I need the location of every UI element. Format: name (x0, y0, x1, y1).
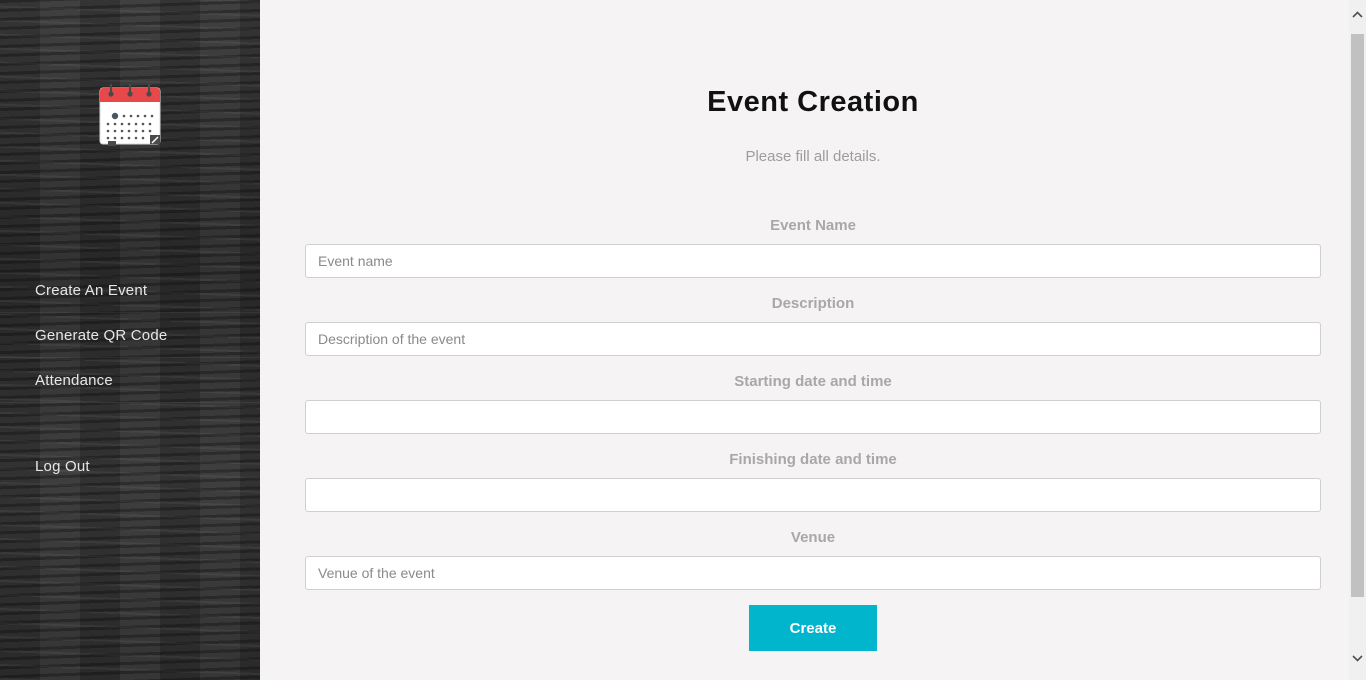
finish-datetime-input[interactable] (305, 478, 1321, 512)
calendar-icon (98, 82, 164, 148)
sidebar-nav: Create An Event Generate QR Code Attenda… (0, 268, 260, 475)
start-datetime-input[interactable] (305, 400, 1321, 434)
scrollbar-thumb[interactable] (1351, 34, 1364, 597)
app-window: Create An Event Generate QR Code Attenda… (0, 0, 1366, 680)
event-name-label: Event Name (770, 217, 856, 234)
venue-label: Venue (790, 529, 836, 546)
vertical-scrollbar[interactable] (1349, 0, 1366, 680)
event-name-input[interactable] (305, 244, 1321, 278)
sidebar-item-logout[interactable]: Log Out (0, 444, 260, 489)
scroll-up-arrow-icon[interactable] (1349, 6, 1366, 23)
venue-input[interactable] (305, 556, 1321, 590)
sidebar: Create An Event Generate QR Code Attenda… (0, 0, 260, 680)
description-input[interactable] (305, 322, 1321, 356)
create-button[interactable]: Create (749, 605, 877, 651)
sidebar-item-attendance[interactable]: Attendance (0, 358, 260, 403)
main-content: Event Creation Please fill all details. … (260, 0, 1349, 680)
description-label: Description (771, 295, 855, 312)
sidebar-item-create-event[interactable]: Create An Event (0, 268, 260, 313)
page-subtitle: Please fill all details. (745, 148, 881, 165)
start-datetime-label: Starting date and time (734, 373, 892, 390)
scroll-down-arrow-icon[interactable] (1349, 650, 1366, 667)
finish-datetime-label: Finishing date and time (729, 451, 897, 468)
page-title: Event Creation (707, 86, 919, 118)
sidebar-item-generate-qr[interactable]: Generate QR Code (0, 313, 260, 358)
